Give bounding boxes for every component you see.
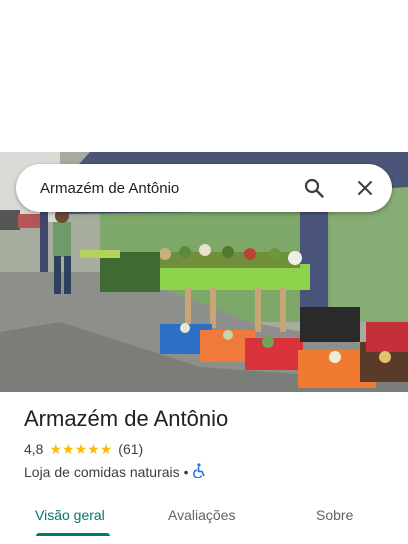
search-icon[interactable] [302, 176, 326, 200]
place-info: Armazém de Antônio 4,8 ★ ★ ★ ★ ★ (61) Lo… [24, 404, 392, 482]
category-row: Loja de comidas naturais • [24, 462, 392, 482]
star-icon: ★ [49, 441, 63, 457]
place-title: Armazém de Antônio [24, 406, 229, 431]
place-tabs: Visão geral Avaliações Sobre [0, 496, 408, 536]
wheelchair-accessible-icon [192, 463, 207, 481]
star-icon: ★ [62, 441, 75, 457]
tab-overview[interactable]: Visão geral [35, 496, 105, 534]
place-category: Loja de comidas naturais [24, 464, 180, 480]
rating-value: 4,8 [24, 441, 44, 457]
close-icon[interactable] [353, 176, 377, 200]
search-input[interactable]: Armazém de Antônio [16, 180, 302, 197]
active-tab-indicator [36, 533, 110, 536]
review-count[interactable]: (61) [118, 441, 143, 457]
tab-reviews[interactable]: Avaliações [168, 496, 235, 534]
star-icon: ★ [74, 441, 88, 457]
rating-stars: ★ ★ ★ ★ ★ [49, 442, 112, 456]
tab-about[interactable]: Sobre [316, 496, 353, 534]
rating-row[interactable]: 4,8 ★ ★ ★ ★ ★ (61) [24, 440, 392, 458]
star-icon: ★ [99, 441, 113, 457]
search-bar[interactable]: Armazém de Antônio [16, 164, 392, 212]
star-icon: ★ [87, 441, 100, 457]
separator: • [183, 464, 189, 480]
